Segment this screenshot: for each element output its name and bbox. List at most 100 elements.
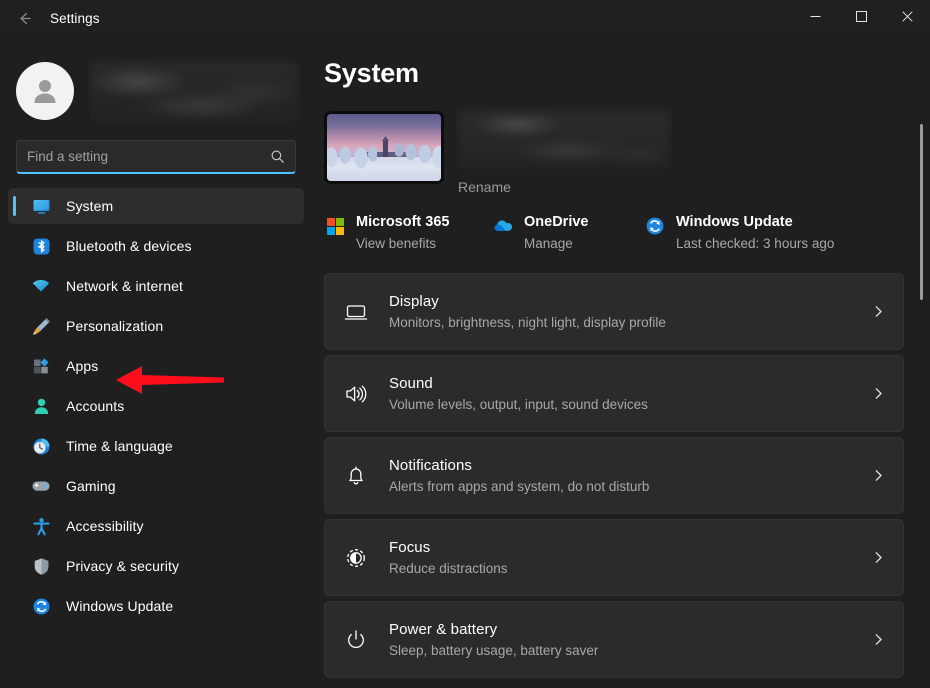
close-icon bbox=[901, 9, 913, 27]
bluetooth-icon bbox=[30, 235, 52, 257]
settings-card-sound[interactable]: Sound Volume levels, output, input, soun… bbox=[324, 355, 904, 432]
update-refresh-icon bbox=[30, 595, 52, 617]
sidebar-item-label: Gaming bbox=[66, 478, 116, 494]
avatar bbox=[16, 62, 74, 120]
sidebar-item-windows-update[interactable]: Windows Update bbox=[8, 588, 304, 624]
card-subtitle: Alerts from apps and system, do not dist… bbox=[389, 478, 650, 494]
scrollbar-thumb[interactable] bbox=[920, 124, 923, 300]
sidebar-item-bluetooth-devices[interactable]: Bluetooth & devices bbox=[8, 228, 304, 264]
search-icon[interactable] bbox=[270, 149, 285, 164]
device-info: Rename bbox=[458, 111, 688, 195]
sidebar-item-apps[interactable]: Apps bbox=[8, 348, 304, 384]
card-title: Sound bbox=[389, 374, 433, 392]
sidebar-item-label: Network & internet bbox=[66, 278, 183, 294]
card-subtitle: Volume levels, output, input, sound devi… bbox=[389, 396, 648, 412]
card-subtitle: Sleep, battery usage, battery saver bbox=[389, 642, 599, 658]
redacted-account-name bbox=[90, 62, 298, 124]
sidebar-item-label: Privacy & security bbox=[66, 558, 180, 574]
maximize-button[interactable] bbox=[838, 0, 884, 36]
card-title: Display bbox=[389, 292, 439, 310]
main-scrollbar[interactable] bbox=[920, 36, 924, 688]
chevron-right-icon bbox=[872, 305, 885, 318]
quick-link-subtitle: Manage bbox=[524, 236, 573, 251]
sidebar-nav: System Bluetooth & devices Network & int… bbox=[0, 188, 312, 624]
quick-link-onedrive[interactable]: OneDrive Manage bbox=[492, 213, 644, 253]
focus-icon bbox=[341, 543, 371, 573]
search-box[interactable] bbox=[16, 140, 296, 174]
sidebar-item-label: Personalization bbox=[66, 318, 164, 334]
apps-icon bbox=[30, 355, 52, 377]
update-refresh-icon bbox=[644, 215, 666, 237]
settings-card-focus[interactable]: Focus Reduce distractions bbox=[324, 519, 904, 596]
settings-card-notifications[interactable]: Notifications Alerts from apps and syste… bbox=[324, 437, 904, 514]
display-monitor-icon bbox=[341, 297, 371, 327]
search-input[interactable] bbox=[27, 149, 270, 164]
quick-link-title: Microsoft 365 bbox=[356, 214, 450, 230]
card-subtitle: Monitors, brightness, night light, displ… bbox=[389, 314, 666, 330]
sound-speaker-icon bbox=[341, 379, 371, 409]
window-controls bbox=[792, 0, 930, 36]
sidebar-item-time-language[interactable]: Time & language bbox=[8, 428, 304, 464]
minimize-icon bbox=[810, 9, 821, 27]
card-title: Power & battery bbox=[389, 620, 498, 638]
page-title: System bbox=[324, 58, 419, 88]
onedrive-cloud-icon bbox=[492, 215, 514, 237]
sidebar-item-label: Accessibility bbox=[66, 518, 144, 534]
quick-link-subtitle: View benefits bbox=[356, 236, 437, 251]
shield-icon bbox=[30, 555, 52, 577]
sidebar-item-label: Windows Update bbox=[66, 598, 174, 614]
settings-cards: Display Monitors, brightness, night ligh… bbox=[324, 273, 904, 678]
sidebar-item-system[interactable]: System bbox=[8, 188, 304, 224]
accessibility-icon bbox=[30, 515, 52, 537]
settings-card-power-battery[interactable]: Power & battery Sleep, battery usage, ba… bbox=[324, 601, 904, 678]
rename-link[interactable]: Rename bbox=[458, 179, 688, 195]
clock-globe-icon bbox=[30, 435, 52, 457]
sidebar: System Bluetooth & devices bbox=[0, 36, 312, 688]
device-hero: Rename bbox=[324, 111, 930, 195]
title-bar: Settings bbox=[0, 0, 930, 36]
minimize-button[interactable] bbox=[792, 0, 838, 36]
chevron-right-icon bbox=[872, 633, 885, 646]
paintbrush-icon bbox=[30, 315, 52, 337]
card-title: Notifications bbox=[389, 456, 473, 474]
chevron-right-icon bbox=[872, 469, 885, 482]
sidebar-item-personalization[interactable]: Personalization bbox=[8, 308, 304, 344]
person-icon bbox=[30, 395, 52, 417]
card-title: Focus bbox=[389, 538, 431, 556]
chevron-right-icon bbox=[872, 387, 885, 400]
account-name-redacted bbox=[90, 61, 298, 124]
person-avatar-icon bbox=[28, 74, 62, 108]
sidebar-item-accessibility[interactable]: Accessibility bbox=[8, 508, 304, 544]
sidebar-item-network-internet[interactable]: Network & internet bbox=[8, 268, 304, 304]
back-button[interactable] bbox=[6, 2, 42, 34]
redacted-device-name bbox=[458, 111, 670, 173]
quick-links-row: Microsoft 365 View benefits OneDrive Man… bbox=[324, 213, 930, 253]
chevron-right-icon bbox=[872, 551, 885, 564]
monitor-icon bbox=[30, 195, 52, 217]
sidebar-item-label: Accounts bbox=[66, 398, 125, 414]
settings-window: Settings Find a setting System Bluetooth… bbox=[0, 0, 930, 688]
wifi-icon bbox=[30, 275, 52, 297]
sidebar-item-label: System bbox=[66, 198, 114, 214]
sidebar-item-label: Time & language bbox=[66, 438, 173, 454]
sidebar-item-label: Apps bbox=[66, 358, 99, 374]
card-subtitle: Reduce distractions bbox=[389, 560, 508, 576]
sidebar-item-gaming[interactable]: Gaming bbox=[8, 468, 304, 504]
sidebar-item-label: Bluetooth & devices bbox=[66, 238, 192, 254]
quick-link-microsoft-365[interactable]: Microsoft 365 View benefits bbox=[324, 213, 492, 253]
gamepad-icon bbox=[30, 475, 52, 497]
quick-link-title: OneDrive bbox=[524, 214, 589, 230]
maximize-icon bbox=[855, 9, 867, 27]
sidebar-item-privacy-security[interactable]: Privacy & security bbox=[8, 548, 304, 584]
notification-bell-icon bbox=[341, 461, 371, 491]
quick-link-windows-update[interactable]: Windows Update Last checked: 3 hours ago bbox=[644, 213, 859, 253]
close-button[interactable] bbox=[884, 0, 930, 36]
power-icon bbox=[341, 625, 371, 655]
back-arrow-icon bbox=[16, 10, 33, 27]
settings-card-display[interactable]: Display Monitors, brightness, night ligh… bbox=[324, 273, 904, 350]
sidebar-item-accounts[interactable]: Accounts bbox=[8, 388, 304, 424]
account-header[interactable] bbox=[0, 36, 312, 126]
microsoft-logo-icon bbox=[324, 215, 346, 237]
quick-link-subtitle: Last checked: 3 hours ago bbox=[676, 236, 835, 251]
quick-link-title: Windows Update bbox=[676, 214, 793, 230]
